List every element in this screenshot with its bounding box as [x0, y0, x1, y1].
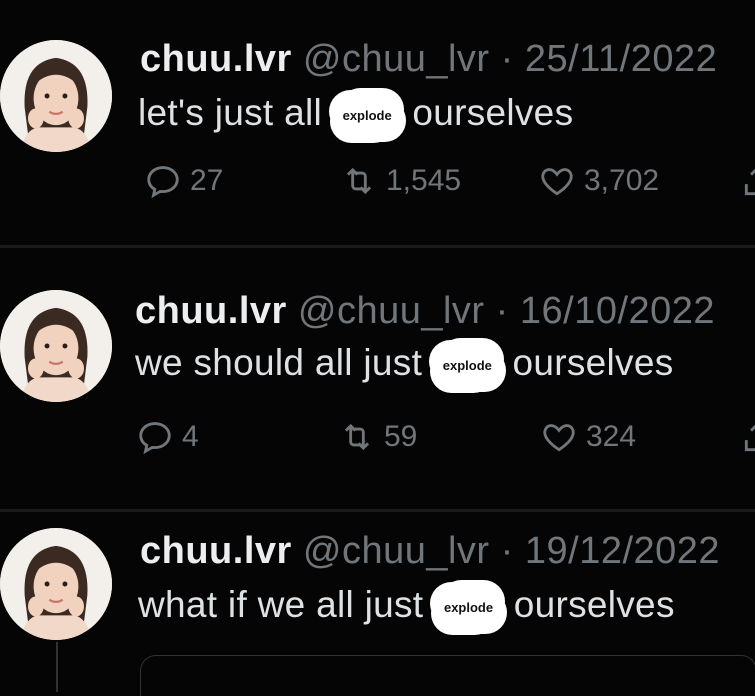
explode-sticker: explode [435, 585, 502, 629]
tweet-actions: 4 59 324 [139, 418, 755, 462]
tweet-text-after: ourselves [512, 342, 674, 383]
avatar-image [0, 40, 112, 152]
tweet-text-before: we should all just [135, 342, 423, 383]
tweet-header: chuu.lvr @chuu_lvr · 16/10/2022 [135, 290, 715, 333]
tweet-text-after: ourselves [513, 584, 675, 625]
separator: · [500, 38, 514, 80]
reply-count: 27 [190, 164, 224, 197]
retweet-count: 1,545 [386, 164, 462, 197]
share-button[interactable] [740, 162, 755, 200]
tweet-text-before: let's just all [138, 92, 322, 133]
tweet-text-after: ourselves [412, 92, 574, 133]
avatar-image [0, 290, 112, 402]
tweet-header: chuu.lvr @chuu_lvr · 19/12/2022 [140, 530, 720, 573]
tweet-date[interactable]: 25/11/2022 [525, 38, 717, 80]
like-count: 324 [586, 420, 637, 453]
separator: · [500, 530, 514, 572]
tweet-date[interactable]: 19/12/2022 [525, 530, 720, 572]
retweet-icon [346, 167, 372, 195]
display-name[interactable]: chuu.lvr [140, 38, 292, 80]
explode-sticker: explode [334, 93, 400, 137]
tweet-text-before: what if we all just [138, 584, 424, 625]
handle[interactable]: @chuu_lvr [303, 530, 490, 572]
share-icon [744, 424, 755, 452]
comment-icon [139, 422, 171, 455]
reply-count: 4 [182, 420, 199, 453]
reply-button[interactable]: 27 [144, 162, 223, 200]
avatar[interactable] [0, 528, 112, 640]
tweet-header: chuu.lvr @chuu_lvr · 25/11/2022 [140, 38, 717, 81]
separator: · [495, 290, 509, 332]
retweet-icon [344, 423, 370, 451]
avatar[interactable] [0, 40, 112, 152]
tweet-actions: 27 1,545 3,702 [140, 162, 755, 206]
explode-sticker: explode [434, 343, 500, 387]
share-icon [744, 168, 755, 196]
retweet-button[interactable]: 59 [338, 418, 417, 456]
thread-line [56, 642, 58, 692]
like-button[interactable]: 324 [540, 418, 636, 456]
comment-icon [147, 166, 179, 199]
avatar[interactable] [0, 290, 112, 402]
retweet-button[interactable]: 1,545 [340, 162, 461, 200]
avatar-image [0, 528, 112, 640]
tweet-date[interactable]: 16/10/2022 [520, 290, 715, 332]
quoted-tweet-card[interactable] [140, 655, 755, 696]
handle[interactable]: @chuu_lvr [303, 38, 490, 80]
like-button[interactable]: 3,702 [538, 162, 659, 200]
like-count: 3,702 [584, 164, 660, 197]
tweet[interactable]: chuu.lvr @chuu_lvr · 25/11/2022 let's ju… [0, 0, 755, 245]
tweet-text: what if we all just explode ourselves [138, 584, 675, 629]
tweet-text: let's just all explode ourselves [138, 92, 573, 137]
share-button[interactable] [740, 418, 755, 456]
tweet[interactable]: chuu.lvr @chuu_lvr · 16/10/2022 we shoul… [0, 248, 755, 510]
display-name[interactable]: chuu.lvr [135, 290, 287, 332]
display-name[interactable]: chuu.lvr [140, 530, 292, 572]
tweet-text: we should all just explode ourselves [135, 342, 674, 387]
heart-icon [543, 424, 575, 452]
reply-button[interactable]: 4 [136, 418, 199, 456]
retweet-count: 59 [384, 420, 418, 453]
heart-icon [541, 168, 573, 196]
handle[interactable]: @chuu_lvr [298, 290, 485, 332]
